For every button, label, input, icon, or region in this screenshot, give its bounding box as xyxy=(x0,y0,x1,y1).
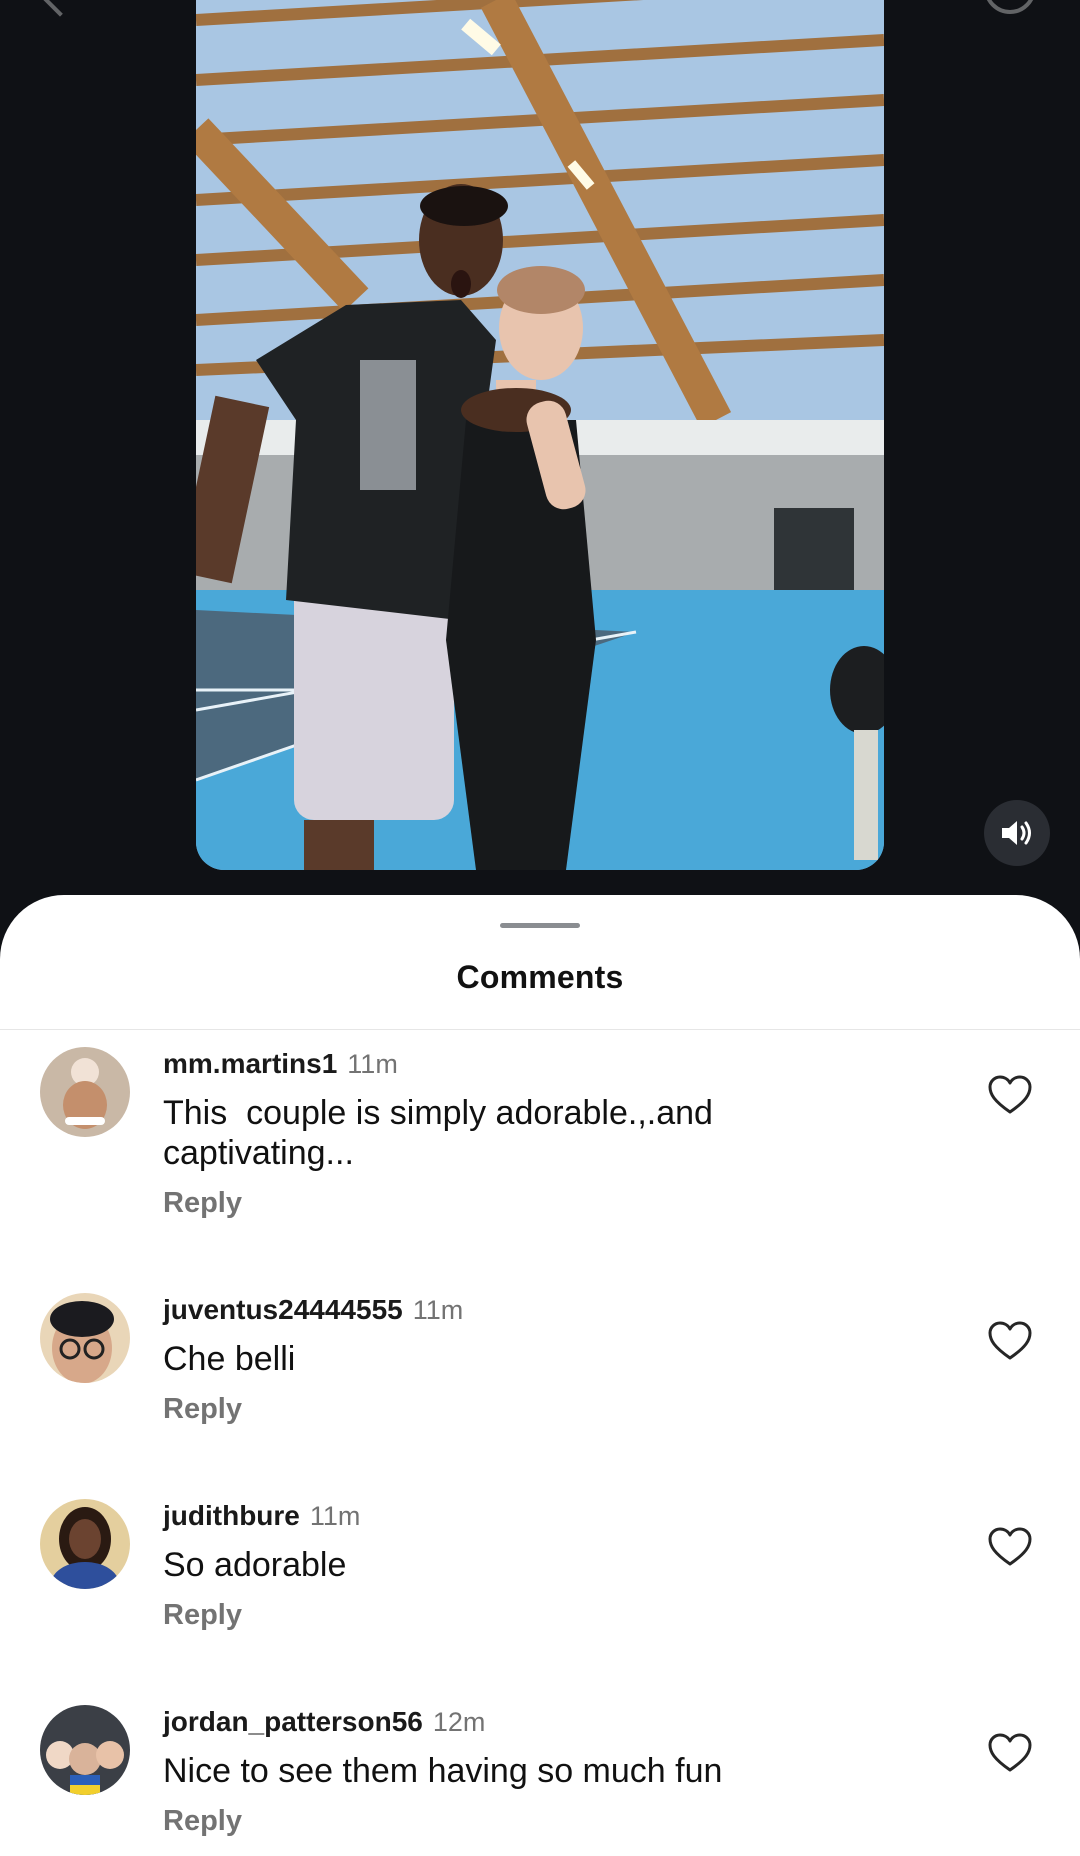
comment-text: Nice to see them having so much fun xyxy=(163,1752,723,1790)
avatar[interactable] xyxy=(40,1705,130,1795)
reply-button[interactable]: Reply xyxy=(163,1187,963,1220)
comment-time: 12m xyxy=(432,1707,486,1737)
more-options-icon[interactable] xyxy=(984,0,1036,14)
comment-text: Che belli xyxy=(163,1340,296,1378)
comments-sheet: Comments mm.martins1 11m This couple is s… xyxy=(0,895,1080,1856)
comment-username[interactable]: jordan_patterson56 xyxy=(163,1706,423,1737)
reply-button[interactable]: Reply xyxy=(163,1805,963,1838)
heart-outline-icon[interactable] xyxy=(988,1733,1032,1773)
avatar[interactable] xyxy=(40,1293,130,1383)
back-arrow-icon[interactable] xyxy=(37,0,83,17)
avatar[interactable] xyxy=(40,1499,130,1589)
volume-icon xyxy=(1002,821,1031,845)
heart-outline-icon[interactable] xyxy=(988,1075,1032,1115)
reply-button[interactable]: Reply xyxy=(163,1599,963,1632)
comment-text: This couple is simply adorable.,.and cap… xyxy=(163,1094,713,1172)
comment-time: 11m xyxy=(412,1295,464,1325)
volume-button[interactable] xyxy=(984,800,1050,866)
video-frame-image xyxy=(196,0,884,870)
comment-username[interactable]: mm.martins1 xyxy=(163,1048,337,1079)
comment-time: 11m xyxy=(309,1501,361,1531)
divider xyxy=(0,1029,1080,1030)
comments-title: Comments xyxy=(456,959,624,995)
comment-username[interactable]: juventus24444555 xyxy=(163,1294,403,1325)
comment-username[interactable]: judithbure xyxy=(163,1500,300,1531)
comment-time: 11m xyxy=(347,1049,398,1079)
reply-button[interactable]: Reply xyxy=(163,1393,963,1426)
reel-comments-screen: Comments mm.martins1 11m This couple is s… xyxy=(0,0,1080,1856)
avatar[interactable] xyxy=(40,1047,130,1137)
heart-outline-icon[interactable] xyxy=(988,1321,1032,1361)
reel-video[interactable] xyxy=(196,0,884,870)
heart-outline-icon[interactable] xyxy=(988,1527,1032,1567)
drag-handle[interactable] xyxy=(500,923,580,928)
comment-text: So adorable xyxy=(163,1546,347,1584)
